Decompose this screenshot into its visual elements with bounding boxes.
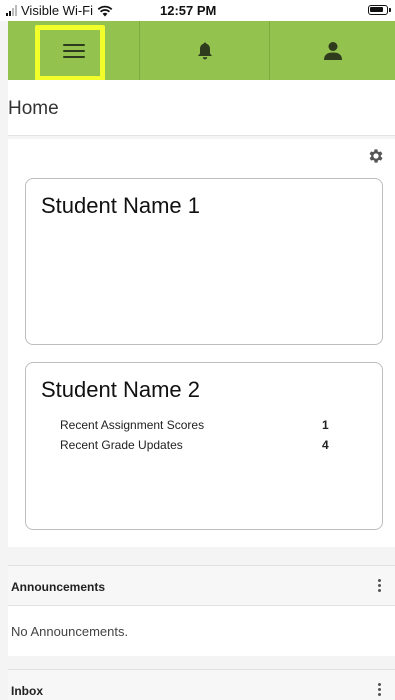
status-time: 12:57 PM	[160, 3, 217, 18]
hamburger-icon	[62, 42, 85, 60]
metric-value: 4	[322, 438, 329, 452]
students-panel: Student Name 1 Student Name 2 Recent Ass…	[8, 139, 395, 547]
top-nav-bar	[8, 21, 395, 81]
section-title: Inbox	[11, 684, 43, 698]
menu-button[interactable]	[8, 21, 139, 81]
user-icon	[323, 41, 342, 60]
student-card[interactable]: Student Name 1	[25, 178, 383, 345]
announcements-body: No Announcements.	[8, 606, 395, 656]
inbox-header: Inbox	[8, 669, 395, 700]
battery-icon	[368, 5, 391, 15]
section-title: Announcements	[11, 580, 106, 594]
page-title: Home	[8, 98, 59, 119]
carrier-label: Visible Wi-Fi	[21, 3, 93, 18]
kebab-menu-icon[interactable]	[378, 578, 382, 594]
announcements-panel: Announcements No Announcements.	[8, 565, 395, 656]
kebab-menu-icon[interactable]	[378, 682, 382, 698]
student-card[interactable]: Student Name 2 Recent Assignment Scores …	[25, 362, 383, 530]
metric-label: Recent Assignment Scores	[60, 418, 205, 432]
inbox-panel: Inbox	[8, 669, 395, 700]
wifi-icon	[97, 5, 113, 16]
announcements-header: Announcements	[8, 565, 395, 606]
status-bar: Visible Wi-Fi 12:57 PM	[0, 0, 395, 21]
empty-state-text: No Announcements.	[11, 624, 129, 639]
metric-value: 1	[322, 418, 329, 432]
student-name: Student Name 1	[41, 193, 200, 218]
gear-icon[interactable]	[367, 147, 385, 165]
metric-label: Recent Grade Updates	[60, 438, 183, 452]
notifications-button[interactable]	[139, 21, 270, 80]
signal-icon	[6, 5, 17, 16]
profile-button[interactable]	[270, 21, 395, 80]
status-left: Visible Wi-Fi	[6, 3, 113, 18]
page-header: Home	[8, 80, 395, 136]
student-name: Student Name 2	[41, 377, 200, 402]
bell-icon	[197, 42, 212, 59]
